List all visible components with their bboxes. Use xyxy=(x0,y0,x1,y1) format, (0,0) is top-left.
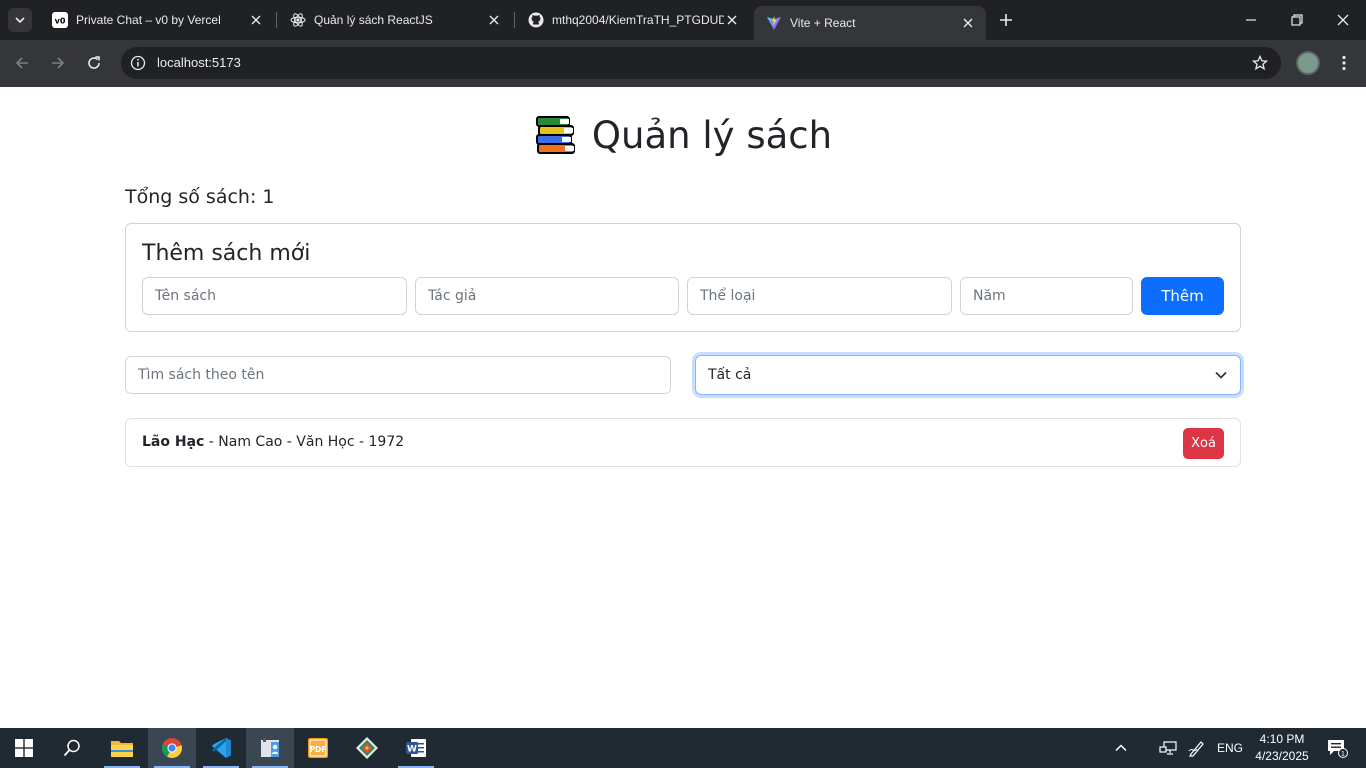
total-books-label: Tổng số sách: 1 xyxy=(125,186,275,208)
profile-avatar[interactable] xyxy=(1296,51,1320,75)
chrome-icon xyxy=(161,738,183,759)
book-name-input[interactable]: Tên sách xyxy=(142,277,407,315)
tab-title: Vite + React xyxy=(790,16,856,30)
browser-menu-button[interactable] xyxy=(1334,51,1354,75)
close-icon[interactable] xyxy=(960,15,976,31)
file-explorer-icon xyxy=(111,741,133,757)
address-bar[interactable]: localhost:5173 xyxy=(121,47,1281,79)
genre-input[interactable]: Thể loại xyxy=(687,277,952,315)
taskbar-git-client[interactable] xyxy=(343,728,391,768)
close-icon[interactable] xyxy=(486,12,502,28)
notification-count: 1 xyxy=(1341,751,1345,758)
tab-v0[interactable]: v0 Private Chat – v0 by Vercel xyxy=(40,0,274,40)
back-button[interactable] xyxy=(10,51,34,75)
forward-button[interactable] xyxy=(46,51,70,75)
v0-icon: v0 xyxy=(52,12,68,28)
genre-filter-select[interactable]: Tất cả xyxy=(695,355,1241,395)
genre-filter-value: Tất cả xyxy=(708,367,752,383)
search-icon xyxy=(63,739,80,757)
bookmark-star-icon[interactable] xyxy=(1251,54,1269,72)
network-tray-button[interactable] xyxy=(1155,728,1181,768)
clock-date: 4/23/2025 xyxy=(1255,749,1309,763)
chevron-down-icon xyxy=(15,17,25,24)
new-tab-button[interactable] xyxy=(996,10,1016,30)
taskbar-vscode[interactable] xyxy=(197,728,245,768)
delete-book-button[interactable]: Xoá xyxy=(1183,428,1224,459)
browser-tab-bar: v0 Private Chat – v0 by Vercel Quản lý s… xyxy=(0,0,1366,40)
arrow-right-icon xyxy=(52,57,65,69)
site-info-icon[interactable] xyxy=(129,54,147,72)
svg-text:PDF: PDF xyxy=(310,745,327,754)
taskbar-clock[interactable]: 4:10 PM 4/23/2025 xyxy=(1246,731,1318,765)
show-hidden-icons-button[interactable] xyxy=(1108,728,1134,768)
windows-taskbar: PDF W ENG 4:10 PM 4/23/2025 1 xyxy=(0,728,1366,768)
restore-button[interactable] xyxy=(1274,0,1320,40)
taskbar-word[interactable]: W xyxy=(392,728,440,768)
tab-title: Quản lý sách ReactJS xyxy=(314,13,433,27)
close-icon[interactable] xyxy=(248,12,264,28)
tab-title: mthq2004/KiemTraTH_PTGDUD xyxy=(552,13,724,27)
start-icon xyxy=(15,739,33,757)
vite-icon xyxy=(766,15,782,31)
git-icon xyxy=(356,737,378,759)
network-icon xyxy=(1159,741,1177,755)
chevron-up-icon xyxy=(1115,744,1127,752)
contacts-app-icon xyxy=(261,738,279,757)
taskbar-pdf-reader[interactable]: PDF xyxy=(294,728,342,768)
address-url: localhost:5173 xyxy=(157,55,241,70)
chevron-down-icon xyxy=(1215,371,1227,379)
notification-icon: 1 xyxy=(1328,740,1348,758)
minimize-icon xyxy=(1246,19,1256,21)
author-input[interactable]: Tác giả xyxy=(415,277,679,315)
start-button[interactable] xyxy=(0,728,48,768)
book-details: - Nam Cao - Văn Học - 1972 xyxy=(204,434,405,450)
books-icon xyxy=(535,116,575,154)
arrow-left-icon xyxy=(15,57,28,69)
react-icon xyxy=(290,12,306,28)
tab-separator xyxy=(514,12,515,28)
add-book-card: Thêm sách mới Tên sách Tác giả Thể loại … xyxy=(125,223,1241,332)
restore-icon xyxy=(1291,14,1303,26)
browser-toolbar: localhost:5173 xyxy=(0,40,1366,87)
vscode-icon xyxy=(212,738,231,758)
pdf-icon: PDF xyxy=(308,738,328,758)
add-book-heading: Thêm sách mới xyxy=(142,241,311,266)
year-input[interactable]: Năm xyxy=(960,277,1133,315)
clock-time: 4:10 PM xyxy=(1259,732,1305,746)
close-icon[interactable] xyxy=(724,12,740,28)
word-icon: W xyxy=(406,739,426,757)
github-icon xyxy=(528,12,544,28)
pen-tray-button[interactable] xyxy=(1184,728,1210,768)
book-list-item: Lão Hạc - Nam Cao - Văn Học - 1972 Xoá xyxy=(125,418,1241,467)
taskbar-chrome[interactable] xyxy=(148,728,196,768)
tab-github[interactable]: mthq2004/KiemTraTH_PTGDUD xyxy=(516,0,750,40)
close-window-button[interactable] xyxy=(1320,0,1366,40)
tab-separator xyxy=(276,12,277,28)
tab-react-books[interactable]: Quản lý sách ReactJS xyxy=(278,0,512,40)
taskbar-search-button[interactable] xyxy=(48,728,96,768)
reload-button[interactable] xyxy=(82,51,106,75)
page-content: Quản lý sách Tổng số sách: 1 Thêm sách m… xyxy=(0,87,1366,728)
more-vert-icon xyxy=(1342,55,1346,71)
book-title: Lão Hạc xyxy=(142,434,205,450)
pen-icon xyxy=(1188,741,1204,757)
taskbar-file-explorer[interactable] xyxy=(98,728,146,768)
notification-center-button[interactable]: 1 xyxy=(1320,728,1354,768)
page-title-text: Quản lý sách xyxy=(591,113,833,157)
language-indicator[interactable]: ENG xyxy=(1213,728,1247,768)
taskbar-contacts-app[interactable] xyxy=(246,728,294,768)
add-book-button[interactable]: Thêm xyxy=(1141,277,1224,315)
close-icon xyxy=(1337,14,1349,26)
page-title: Quản lý sách xyxy=(0,113,1366,157)
minimize-button[interactable] xyxy=(1228,0,1274,40)
tab-title: Private Chat – v0 by Vercel xyxy=(76,13,221,27)
tab-vite-react[interactable]: Vite + React xyxy=(754,6,986,40)
svg-text:v0: v0 xyxy=(55,17,66,26)
plus-icon xyxy=(1000,14,1012,26)
search-book-input[interactable]: Tìm sách theo tên xyxy=(125,356,671,394)
book-info: Lão Hạc - Nam Cao - Văn Học - 1972 xyxy=(142,434,404,450)
svg-text:W: W xyxy=(407,745,417,755)
reload-icon xyxy=(88,56,100,69)
tab-search-button[interactable] xyxy=(8,8,32,32)
